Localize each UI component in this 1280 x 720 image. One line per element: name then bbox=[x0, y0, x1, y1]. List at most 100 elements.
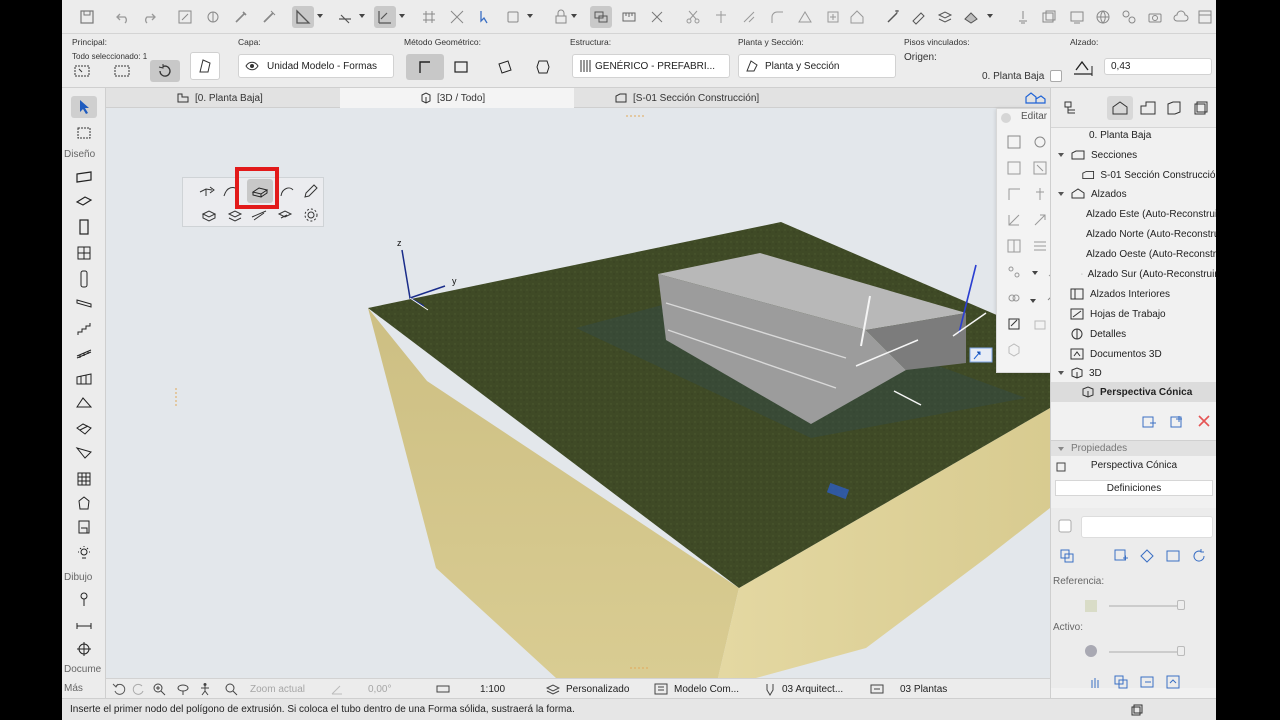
tab-floor-plan[interactable]: [0. Planta Baja] bbox=[176, 88, 263, 108]
section-more[interactable]: Más bbox=[64, 683, 83, 694]
railing-tool[interactable] bbox=[71, 342, 97, 364]
add-icon[interactable] bbox=[822, 6, 844, 28]
corner-icon[interactable] bbox=[1003, 183, 1025, 205]
stair-tool[interactable] bbox=[71, 318, 97, 340]
copy-view-icon[interactable] bbox=[1113, 674, 1129, 690]
distribute-icon[interactable] bbox=[1003, 235, 1025, 257]
trace-icon[interactable] bbox=[1012, 6, 1034, 28]
undo-icon[interactable] bbox=[112, 6, 134, 28]
layout-icon[interactable] bbox=[1194, 6, 1216, 28]
geometry-rectangle-button[interactable] bbox=[442, 54, 480, 80]
suspend-groups-icon[interactable] bbox=[590, 6, 612, 28]
skylight-tool[interactable] bbox=[71, 442, 97, 464]
zoom-in-icon[interactable] bbox=[152, 679, 166, 699]
split-icon[interactable] bbox=[710, 6, 732, 28]
box-edit-icon[interactable] bbox=[1029, 313, 1051, 335]
rotate-icon[interactable] bbox=[150, 60, 180, 82]
properties-header[interactable]: Propiedades bbox=[1051, 440, 1216, 456]
roof-tool[interactable] bbox=[71, 392, 97, 414]
window-tool[interactable] bbox=[71, 242, 97, 264]
adjust-icon[interactable] bbox=[738, 6, 760, 28]
section-drawing[interactable]: Dibujo bbox=[64, 572, 92, 583]
explode-icon[interactable] bbox=[1029, 209, 1051, 231]
marquee-tool[interactable] bbox=[71, 122, 97, 144]
convert-morph-icon[interactable] bbox=[1003, 339, 1025, 361]
polygon-method-icon[interactable] bbox=[195, 180, 219, 202]
publisher-sets-tab[interactable] bbox=[1193, 100, 1209, 116]
window-mode-icon[interactable] bbox=[1130, 703, 1144, 717]
save-icon[interactable] bbox=[76, 6, 98, 28]
lamp-tool[interactable] bbox=[71, 542, 97, 564]
project-map-tab[interactable] bbox=[1107, 96, 1133, 120]
tab-3d[interactable]: [3D / Todo] bbox=[340, 88, 574, 108]
geometry-extrude-button[interactable] bbox=[524, 54, 562, 80]
render-icon[interactable] bbox=[960, 6, 982, 28]
origin-value[interactable]: 0. Planta Baja bbox=[982, 71, 1044, 82]
scale-control[interactable]: 1:100 bbox=[436, 679, 505, 699]
doc-icon[interactable] bbox=[1057, 518, 1073, 534]
nav-item-worksheets[interactable]: Hojas de Trabajo bbox=[1069, 304, 1216, 324]
reference-slider-thumb[interactable] bbox=[1177, 600, 1185, 610]
rotate-icon[interactable] bbox=[1029, 131, 1051, 153]
nav-item-details[interactable]: Detalles bbox=[1069, 324, 1216, 344]
export-view-icon[interactable] bbox=[1139, 674, 1155, 690]
active-slider[interactable] bbox=[1109, 651, 1181, 653]
door-tool[interactable] bbox=[71, 216, 97, 238]
nav-item-elevation-north[interactable]: Alzado Norte (Auto-Reconstruir) bbox=[1081, 224, 1216, 244]
arrow-tool[interactable] bbox=[71, 96, 97, 118]
layer-combination[interactable]: Personalizado bbox=[546, 679, 629, 699]
lock-icon[interactable] bbox=[550, 6, 572, 28]
pencil-icon[interactable] bbox=[299, 180, 323, 202]
level-dimension-tool[interactable] bbox=[71, 614, 97, 636]
chevron-down-icon[interactable] bbox=[316, 11, 324, 21]
active-slider-thumb[interactable] bbox=[1177, 646, 1185, 656]
split-edit-icon[interactable] bbox=[1003, 209, 1025, 231]
teamwork-icon[interactable] bbox=[1066, 6, 1088, 28]
structure-select[interactable]: GENÉRICO - PREFABRI... bbox=[572, 54, 730, 78]
pick-up-icon[interactable] bbox=[174, 6, 196, 28]
active-swatch[interactable] bbox=[1085, 645, 1097, 657]
cloud-icon[interactable] bbox=[1170, 6, 1192, 28]
nav-item-3d-documents[interactable]: Documentos 3D bbox=[1069, 344, 1216, 364]
settings-gear-icon[interactable] bbox=[299, 204, 323, 226]
paint-icon[interactable] bbox=[908, 6, 930, 28]
chevron-down-icon[interactable] bbox=[526, 11, 534, 21]
view-map-tab[interactable] bbox=[1139, 100, 1157, 116]
syringe-icon[interactable] bbox=[258, 6, 280, 28]
nav-item-elevation-east[interactable]: Alzado Este (Auto-Reconstruir) bbox=[1081, 204, 1216, 224]
chevron-down-icon[interactable] bbox=[1031, 269, 1039, 277]
align-icon[interactable] bbox=[1029, 183, 1051, 205]
wall-tool[interactable] bbox=[71, 166, 97, 188]
rows-icon[interactable] bbox=[1029, 235, 1051, 257]
reference-swatch[interactable] bbox=[1085, 600, 1097, 612]
hand-icon[interactable] bbox=[1087, 674, 1103, 690]
morph-tool[interactable] bbox=[71, 492, 97, 514]
definitions-button[interactable]: Definiciones bbox=[1055, 480, 1213, 496]
dimension-tool[interactable] bbox=[71, 588, 97, 610]
close-dot-icon[interactable] bbox=[1001, 113, 1011, 123]
view-options-field[interactable] bbox=[1081, 516, 1213, 538]
trim-icon[interactable] bbox=[646, 6, 668, 28]
drag-icon[interactable] bbox=[1003, 131, 1025, 153]
curtain-wall-tool[interactable] bbox=[71, 368, 97, 390]
undo-zoom-icon[interactable] bbox=[112, 679, 126, 699]
special-snap-icon[interactable] bbox=[374, 6, 396, 28]
elevation-input[interactable]: 0,43 bbox=[1104, 58, 1212, 75]
add-icon[interactable] bbox=[1113, 548, 1129, 564]
zoom-current[interactable]: Zoom actual bbox=[224, 679, 305, 699]
slab-tool[interactable] bbox=[71, 190, 97, 212]
select-all-icon[interactable] bbox=[68, 62, 96, 80]
shell-tool[interactable] bbox=[71, 418, 97, 440]
globe-icon[interactable] bbox=[1092, 6, 1114, 28]
section-design[interactable]: Diseño bbox=[64, 149, 95, 160]
nav-item-section-s01[interactable]: S-01 Sección Construcción bbox=[1081, 165, 1216, 185]
origin-checkbox[interactable] bbox=[1050, 70, 1062, 82]
link-icon[interactable] bbox=[1003, 287, 1025, 309]
delete-view-icon[interactable] bbox=[1197, 414, 1211, 428]
elevation-dimension-tool[interactable] bbox=[71, 638, 97, 660]
user-view-icon[interactable] bbox=[1165, 674, 1181, 690]
plan-section-button[interactable]: Planta y Sección bbox=[738, 54, 896, 78]
nav-item-elevations[interactable]: Alzados bbox=[1057, 184, 1216, 204]
nav-item-3d[interactable]: 3D bbox=[1057, 363, 1216, 383]
pen-set[interactable]: 03 Arquitect... bbox=[764, 679, 843, 699]
